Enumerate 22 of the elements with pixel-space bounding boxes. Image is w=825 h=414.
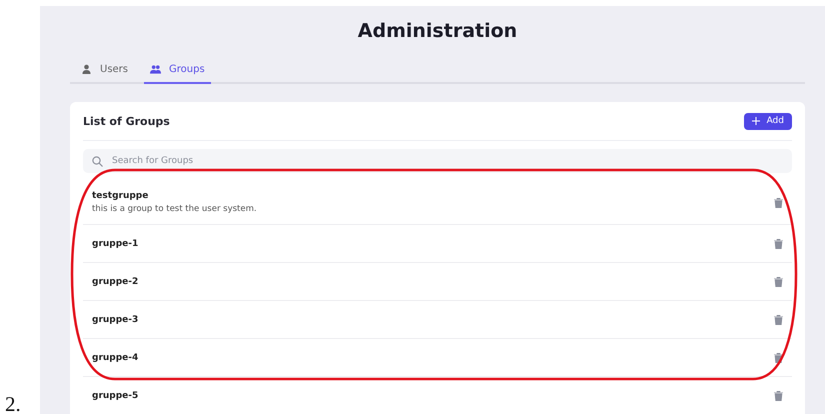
card-title: List of Groups — [83, 114, 170, 128]
add-button[interactable]: Add — [744, 112, 792, 130]
group-name: gruppe-5 — [92, 390, 138, 400]
tab[interactable]: Groups — [144, 56, 211, 84]
plus-icon — [752, 117, 760, 125]
trash-icon[interactable] — [774, 238, 783, 248]
trash-icon[interactable] — [774, 314, 783, 324]
group-name: gruppe-1 — [92, 238, 138, 248]
group-name: testgruppe — [92, 191, 150, 201]
group-name: gruppe-4 — [92, 352, 138, 362]
trash-icon[interactable] — [774, 352, 783, 362]
tab[interactable]: Users — [75, 56, 134, 84]
group-description: this is a group to test the user system. — [92, 204, 257, 214]
people-icon — [150, 64, 162, 74]
list-number: 2. — [5, 392, 21, 414]
trash-icon[interactable] — [774, 276, 783, 286]
user-icon — [81, 64, 92, 74]
trash-icon[interactable] — [774, 390, 783, 400]
trash-icon[interactable] — [774, 198, 783, 208]
group-name: gruppe-3 — [92, 314, 138, 324]
page-title: Administration — [358, 20, 518, 42]
group-name: gruppe-2 — [92, 276, 138, 286]
